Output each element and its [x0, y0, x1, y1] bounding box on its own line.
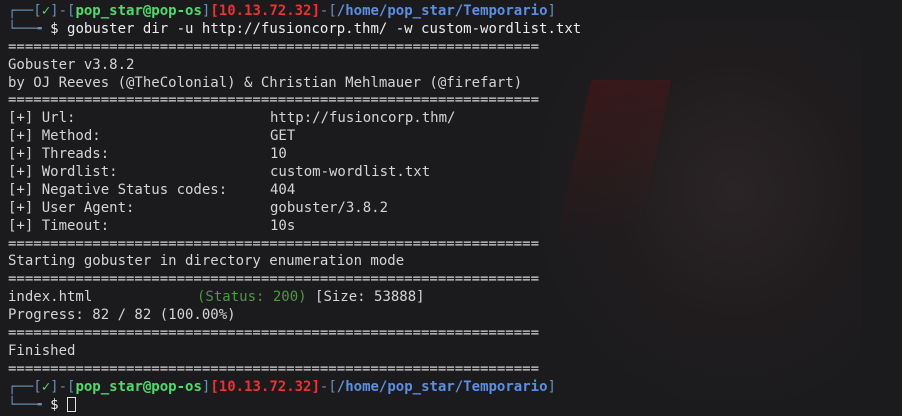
separator: ========================================…	[8, 235, 540, 252]
config-row: [+] Negative Status codes: 404	[8, 181, 296, 198]
config-row: [+] Method: GET	[8, 128, 296, 145]
prompt-line: ┌──[✓]-[pop_star@pop-os][10.13.72.32]-[/…	[8, 378, 556, 395]
prompt-ip: 10.13.72.32	[218, 378, 312, 395]
result-row: index.html (Status: 200) [Size: 53888]	[8, 289, 902, 307]
banner-authors: by OJ Reeves (@TheColonial) & Christian …	[8, 74, 523, 91]
finished-message: Finished	[8, 342, 76, 359]
separator: ========================================…	[8, 92, 540, 109]
text-cursor[interactable]	[67, 396, 77, 412]
prompt-dollar: $	[50, 20, 59, 37]
terminal-window[interactable]: ┌──[✓]-[pop_star@pop-os][10.13.72.32]-[/…	[8, 3, 902, 416]
check-icon: ✓	[41, 378, 51, 395]
input-line[interactable]: └──╼ $	[8, 396, 902, 415]
check-icon: ✓	[41, 3, 51, 19]
prompt-user-host: pop_star@pop-os	[75, 378, 202, 395]
result-path: index.html	[8, 289, 93, 306]
prompt-user-host: pop_star@pop-os	[75, 3, 202, 19]
result-size: [Size: 53888]	[315, 289, 425, 306]
separator: ========================================…	[8, 271, 540, 288]
separator: ========================================…	[8, 38, 540, 55]
command-line: └──╼ $ gobuster dir -u http://fusioncorp…	[8, 20, 582, 37]
config-row: [+] Url: http://fusioncorp.thm/	[8, 110, 456, 127]
config-row: [+] Timeout: 10s	[8, 217, 296, 234]
config-row: [+] Threads: 10	[8, 146, 287, 163]
progress-line: Progress: 82 / 82 (100.00%)	[8, 307, 236, 324]
starting-message: Starting gobuster in directory enumerati…	[8, 253, 405, 270]
prompt-dollar: $	[50, 396, 59, 413]
separator: ========================================…	[8, 360, 540, 377]
banner-version: Gobuster v3.8.2	[8, 56, 135, 73]
prompt-path: /home/pop_star/Temporario	[336, 378, 548, 395]
prompt-path: /home/pop_star/Temporario	[336, 3, 548, 19]
prompt-ip: 10.13.72.32	[218, 3, 312, 19]
result-status: (Status: 200)	[197, 289, 307, 306]
separator: ========================================…	[8, 325, 540, 342]
prompt-line: ┌──[✓]-[pop_star@pop-os][10.13.72.32]-[/…	[8, 3, 556, 19]
command-text: gobuster dir -u http://fusioncorp.thm/ -…	[67, 20, 582, 37]
config-row: [+] Wordlist: custom-wordlist.txt	[8, 164, 431, 181]
config-row: [+] User Agent: gobuster/3.8.2	[8, 199, 389, 216]
